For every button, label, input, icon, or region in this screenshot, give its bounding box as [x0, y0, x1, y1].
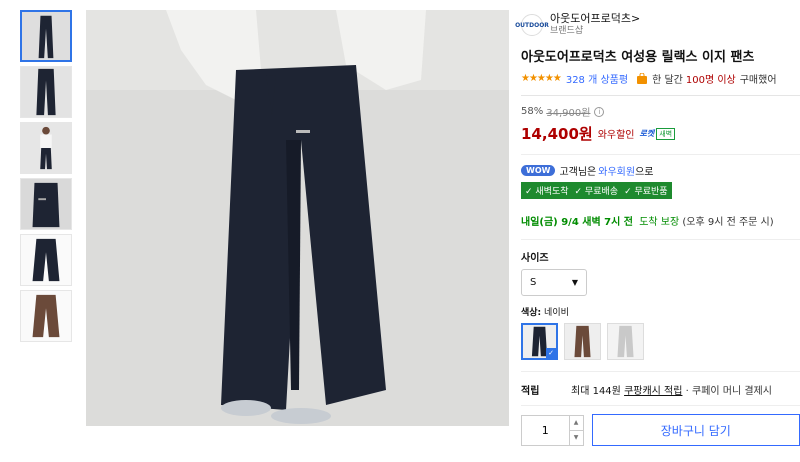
color-label-row: 색상: 네이비	[521, 305, 800, 318]
main-product-image	[86, 10, 509, 426]
thumbnail-5[interactable]	[20, 234, 72, 286]
chevron-down-icon: ▼	[571, 278, 578, 287]
thumbnail-list	[20, 10, 74, 346]
purchase-count: 100명 이상	[685, 75, 736, 86]
purchase-suffix: 구매했어	[739, 75, 777, 86]
thumbnail-2[interactable]	[20, 66, 72, 118]
color-swatches: ✓	[521, 323, 800, 360]
size-selected-value: S	[530, 277, 537, 288]
product-info: OUTDOOR 아웃도어프로덕츠> 브랜드샵 아웃도어프로덕츠 여성용 릴랙스 …	[515, 10, 800, 446]
wow-text: 고객님은	[559, 167, 597, 178]
thumbnail-1[interactable]	[20, 10, 72, 62]
quantity-stepper: ▲ ▼	[521, 414, 584, 446]
benefit-free-return: ✓ 무료반품	[624, 187, 668, 197]
color-swatch-gray[interactable]	[607, 323, 644, 360]
rating-row: ★★★★★ 328 개 상품평 한 달간 100명 이상 구매했어	[521, 71, 800, 86]
coupang-cash-link[interactable]: 쿠팡캐시 적립	[624, 386, 682, 397]
price-row: 14,400원 와우할인 로켓 새벽	[521, 123, 800, 144]
review-count-link[interactable]: 328 개 상품평	[566, 71, 628, 86]
brand-logo: OUTDOOR	[515, 14, 549, 36]
info-icon[interactable]: i	[594, 106, 605, 117]
purchase-row: ▲ ▼ 장바구니 담기	[521, 414, 800, 446]
chevron-down-icon[interactable]: ▼	[570, 431, 583, 445]
brand-subtitle: 브랜드샵	[550, 26, 584, 36]
star-rating-icon: ★★★★★	[521, 73, 562, 84]
product-title: 아웃도어프로덕츠 여성용 릴랙스 이지 팬츠	[521, 50, 755, 65]
delivery-condition: (오후 9시 전 주문 시)	[682, 217, 774, 228]
sale-price: 14,400원	[521, 125, 593, 143]
size-select[interactable]: S ▼	[521, 269, 587, 296]
divider	[521, 405, 800, 406]
original-price: 34,900원	[546, 108, 591, 119]
dawn-delivery-badge: 새벽	[656, 127, 676, 140]
shopping-bag-icon	[637, 72, 648, 84]
brand-name[interactable]: 아웃도어프로덕츠	[550, 12, 631, 25]
brand-row[interactable]: OUTDOOR 아웃도어프로덕츠> 브랜드샵	[515, 10, 800, 40]
discount-row: 58% 34,900원 i	[521, 104, 800, 119]
wow-badge: WOW	[521, 165, 556, 176]
benefit-free-shipping: ✓ 무료배송	[574, 187, 619, 197]
sale-label: 와우할인	[597, 130, 635, 141]
reward-amount: 최대 144원	[571, 386, 621, 397]
delivery-date: 내일(금) 9/4 새벽 7시 전	[521, 217, 633, 228]
reward-row: 적립 최대 144원 쿠팡캐시 적립 · 쿠페이 머니 결제시	[521, 382, 800, 397]
wow-suffix: 으로	[635, 167, 654, 178]
chevron-up-icon[interactable]: ▲	[569, 416, 583, 431]
benefit-dawn: ✓ 새벽도착	[525, 187, 569, 197]
divider	[521, 154, 800, 155]
reward-rest: · 쿠페이 머니 결제시	[685, 386, 772, 397]
rocket-icon: 로켓	[639, 129, 655, 138]
discount-rate: 58%	[521, 106, 544, 117]
color-swatch-navy[interactable]: ✓	[521, 323, 558, 360]
thumbnail-4[interactable]	[20, 178, 72, 230]
thumbnail-3[interactable]	[20, 122, 72, 174]
delivery-info: 내일(금) 9/4 새벽 7시 전 도착 보장 (오후 9시 전 주문 시)	[521, 213, 800, 228]
divider	[521, 95, 800, 96]
wow-member-link[interactable]: 와우회원	[598, 163, 635, 178]
color-selected-value: 네이비	[544, 308, 569, 318]
color-swatch-brown[interactable]	[564, 323, 601, 360]
divider	[521, 371, 800, 372]
color-label: 색상:	[521, 308, 542, 318]
quantity-input[interactable]	[522, 423, 569, 437]
add-to-cart-button[interactable]: 장바구니 담기	[591, 414, 800, 446]
chevron-right-icon: >	[630, 12, 641, 25]
reward-label: 적립	[521, 386, 540, 397]
wow-row: WOW 고객님은 와우회원 으로	[521, 163, 800, 178]
purchase-period: 한 달간	[652, 75, 683, 86]
benefit-badges: ✓ 새벽도착 ✓ 무료배송 ✓ 무료반품	[521, 182, 672, 199]
delivery-guarantee: 도착 보장	[639, 217, 680, 228]
check-icon: ✓	[546, 348, 556, 358]
size-label: 사이즈	[521, 253, 549, 264]
thumbnail-6[interactable]	[20, 290, 72, 342]
divider	[521, 239, 800, 240]
